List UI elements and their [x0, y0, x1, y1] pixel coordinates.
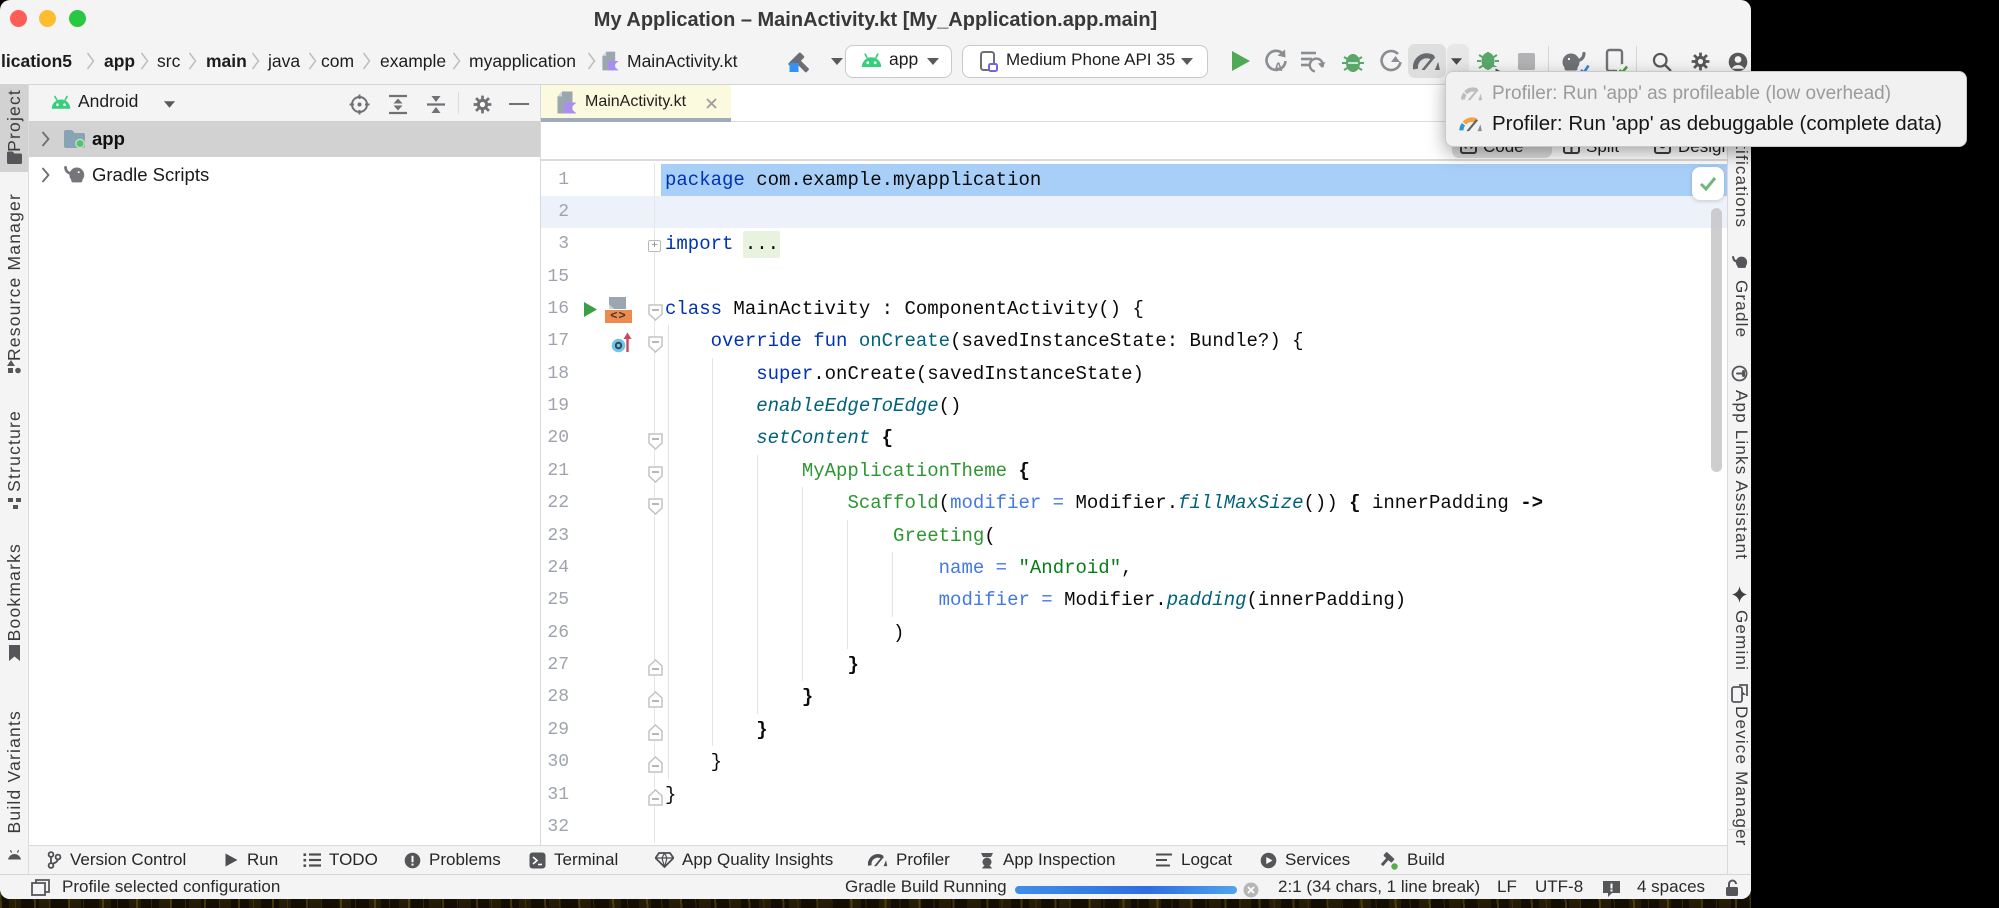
svg-text:A: A	[1274, 60, 1283, 74]
